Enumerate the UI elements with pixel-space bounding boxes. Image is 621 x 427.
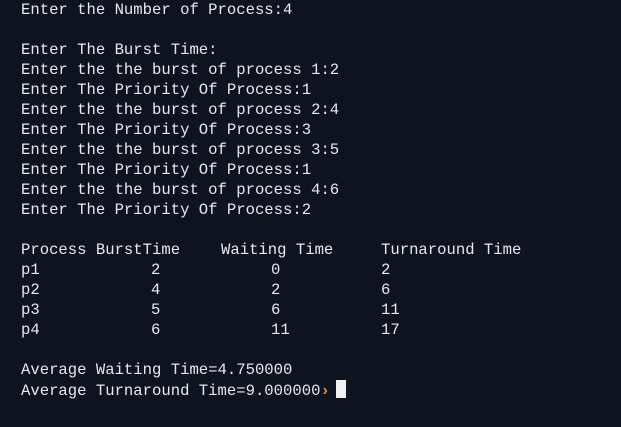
header-process-burst: Process BurstTime xyxy=(21,241,181,259)
burst-entry-3: Enter the the burst of process 3:5 xyxy=(21,141,340,159)
terminal-window[interactable]: Enter the Number of Process:4 Enter The … xyxy=(0,0,621,427)
row-4-waiting: 11 xyxy=(271,321,290,339)
priority-entry-4: Enter The Priority Of Process:2 xyxy=(21,201,312,219)
row-4-burst: 6 xyxy=(151,321,161,339)
avg-waiting-line: Average Waiting Time=4.750000 xyxy=(21,361,293,379)
row-1-waiting: 0 xyxy=(271,261,281,279)
burst-header-line: Enter The Burst Time: xyxy=(21,41,218,59)
row-4-process: p4 xyxy=(21,321,40,339)
row-2-burst: 4 xyxy=(151,281,161,299)
row-1-process: p1 xyxy=(21,261,40,279)
avg-turnaround-line: Average Turnaround Time=9.000000 xyxy=(21,382,321,400)
row-1-turnaround: 2 xyxy=(381,261,391,279)
priority-entry-1: Enter The Priority Of Process:1 xyxy=(21,81,312,99)
row-3-burst: 5 xyxy=(151,301,161,319)
text-cursor[interactable] xyxy=(335,380,346,398)
avg-turnaround-row: Average Turnaround Time=9.000000› xyxy=(21,380,346,400)
header-waiting-time: Waiting Time xyxy=(221,241,334,259)
row-3-waiting: 6 xyxy=(271,301,281,319)
row-1-burst: 2 xyxy=(151,261,161,279)
header-turnaround-time: Turnaround Time xyxy=(381,241,522,259)
num-process-line: Enter the Number of Process:4 xyxy=(21,1,293,19)
row-2-process: p2 xyxy=(21,281,40,299)
priority-entry-3: Enter The Priority Of Process:1 xyxy=(21,161,312,179)
row-3-turnaround: 11 xyxy=(381,301,400,319)
row-3-process: p3 xyxy=(21,301,40,319)
row-4-turnaround: 17 xyxy=(381,321,400,339)
row-2-turnaround: 6 xyxy=(381,281,391,299)
prompt-arrow-icon: › xyxy=(320,382,330,400)
row-2-waiting: 2 xyxy=(271,281,281,299)
priority-entry-2: Enter The Priority Of Process:3 xyxy=(21,121,312,139)
burst-entry-2: Enter the the burst of process 2:4 xyxy=(21,101,340,119)
burst-entry-1: Enter the the burst of process 1:2 xyxy=(21,61,340,79)
burst-entry-4: Enter the the burst of process 4:6 xyxy=(21,181,340,199)
